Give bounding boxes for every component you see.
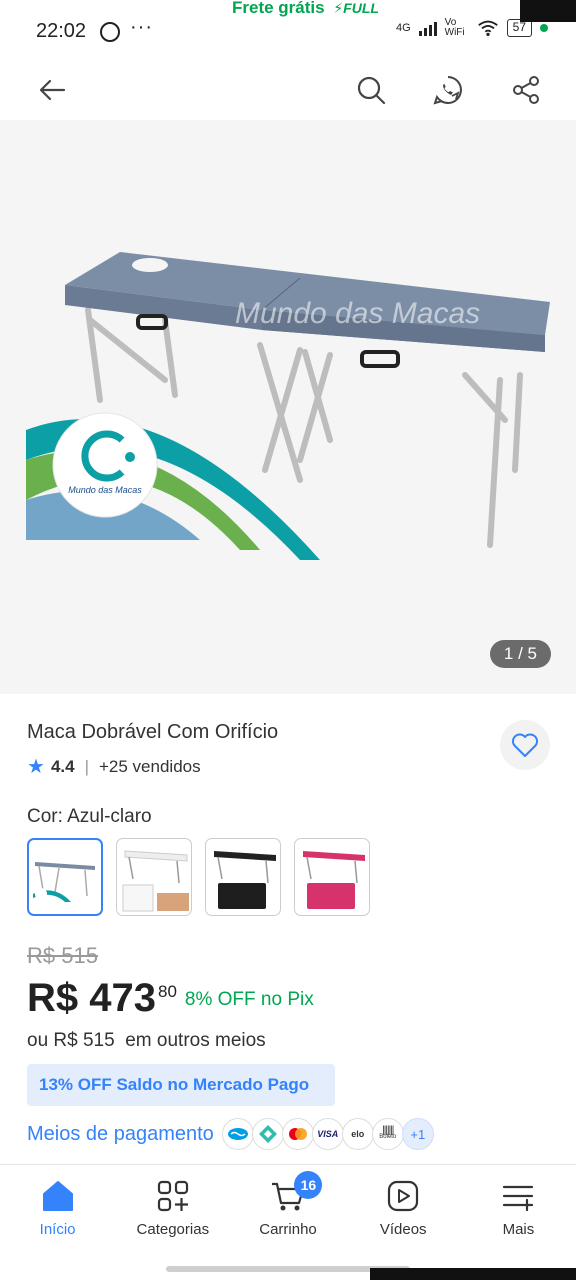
back-arrow-icon[interactable] — [36, 74, 68, 106]
nav-more[interactable]: Mais — [461, 1165, 576, 1258]
swatch-white[interactable] — [116, 838, 192, 916]
color-label: Cor: Azul-claro — [27, 806, 152, 827]
categories-icon — [157, 1180, 188, 1212]
video-icon — [388, 1180, 419, 1212]
other-methods-price: ou R$ 515 em outros meios — [27, 1030, 266, 1051]
swatch-image — [303, 851, 365, 909]
heart-icon — [512, 733, 538, 757]
swatch-image — [33, 862, 95, 902]
boleto-label: Boleto — [379, 1134, 397, 1140]
more-icon — [503, 1185, 534, 1212]
favorite-button[interactable] — [500, 720, 550, 770]
privacy-dot — [540, 24, 548, 32]
pix-discount: 8% OFF no Pix — [184, 989, 314, 1010]
bottom-navigation: Início Categorias 16 Carrinho Vídeos Mai… — [0, 1164, 576, 1258]
product-title: Maca Dobrável Com Orifício — [27, 721, 279, 743]
nav-videos-label: Vídeos — [379, 1221, 427, 1238]
mercado-pago-discount-badge: 13% OFF Saldo no Mercado Pago — [27, 1064, 335, 1106]
nav-videos[interactable]: Vídeos — [346, 1165, 461, 1258]
full-badge: ⚡FULL — [333, 0, 379, 16]
signal-icon — [418, 20, 437, 36]
product-image-gallery[interactable]: Mundo das Macas Mundo das Macas 1 / 5 — [0, 120, 576, 694]
swatch-light-blue[interactable] — [27, 838, 103, 916]
product-image: Mundo das Macas Mundo das Macas — [26, 252, 550, 560]
swatch-pink[interactable] — [294, 838, 370, 916]
mercado-pago-icon — [221, 1118, 254, 1150]
whatsapp-share-icon[interactable] — [432, 74, 464, 106]
sold-count: +25 vendidos — [99, 756, 201, 776]
free-shipping-banner: Frete grátis ⚡FULL — [232, 0, 379, 18]
free-shipping-text: Frete grátis — [232, 0, 325, 17]
status-time: 22:02 — [36, 20, 87, 42]
pix-icon — [251, 1118, 284, 1150]
price-row: R$ 473 80 8% OFF no Pix — [27, 974, 314, 1022]
star-icon: ★ — [27, 756, 45, 778]
nav-cart[interactable]: 16 Carrinho — [230, 1165, 345, 1258]
watermark-text: Mundo das Macas — [235, 297, 480, 330]
search-icon[interactable] — [355, 74, 387, 106]
wifi-icon — [477, 20, 498, 37]
swatch-image — [214, 851, 276, 909]
boleto-icon: ||||||| Boleto — [371, 1118, 404, 1150]
nav-categories[interactable]: Categorias — [115, 1165, 230, 1258]
nav-cart-label: Carrinho — [259, 1221, 317, 1238]
swatch-black[interactable] — [205, 838, 281, 916]
top-navigation — [0, 60, 576, 120]
price-cents: 80 — [157, 982, 177, 1001]
elo-icon: elo — [341, 1118, 374, 1150]
cart-count-badge: 16 — [294, 1171, 323, 1199]
nav-home[interactable]: Início — [0, 1165, 115, 1258]
status-bar: 22:02 ··· Frete grátis ⚡FULL 4G Vo WiFi … — [0, 0, 576, 48]
image-counter: 1 / 5 — [489, 640, 551, 668]
rating-separator: | — [84, 756, 89, 776]
nav-categories-label: Categorias — [136, 1221, 210, 1238]
camera-cutout — [520, 0, 576, 22]
network-type: 4G — [395, 22, 411, 34]
whatsapp-notification-icon — [100, 22, 120, 42]
home-icon — [42, 1181, 73, 1211]
swatch-image — [122, 850, 189, 912]
price-main: R$ 473 — [27, 976, 156, 1020]
rating-value: 4.4 — [50, 756, 75, 776]
color-swatches — [27, 838, 370, 916]
screen-edge — [370, 1268, 576, 1280]
mastercard-icon — [281, 1118, 314, 1150]
rating-row: ★ 4.4 | +25 vendidos — [27, 754, 201, 779]
share-icon[interactable] — [510, 74, 542, 106]
more-payment-methods[interactable]: +1 — [401, 1118, 434, 1150]
visa-icon: VISA — [311, 1118, 344, 1150]
more-notifications-icon: ··· — [130, 16, 153, 38]
payment-methods-link[interactable]: Meios de pagamento — [27, 1123, 214, 1146]
original-price: R$ 515 — [27, 943, 98, 968]
nav-more-label: Mais — [502, 1221, 535, 1238]
full-badge-text: FULL — [343, 0, 379, 16]
logo-text: Mundo das Macas — [68, 485, 142, 495]
nav-home-label: Início — [39, 1221, 76, 1238]
payment-methods-row: Meios de pagamento VISA elo ||||||| Bolet… — [27, 1118, 434, 1150]
vowifi-label: Vo WiFi — [444, 17, 465, 38]
